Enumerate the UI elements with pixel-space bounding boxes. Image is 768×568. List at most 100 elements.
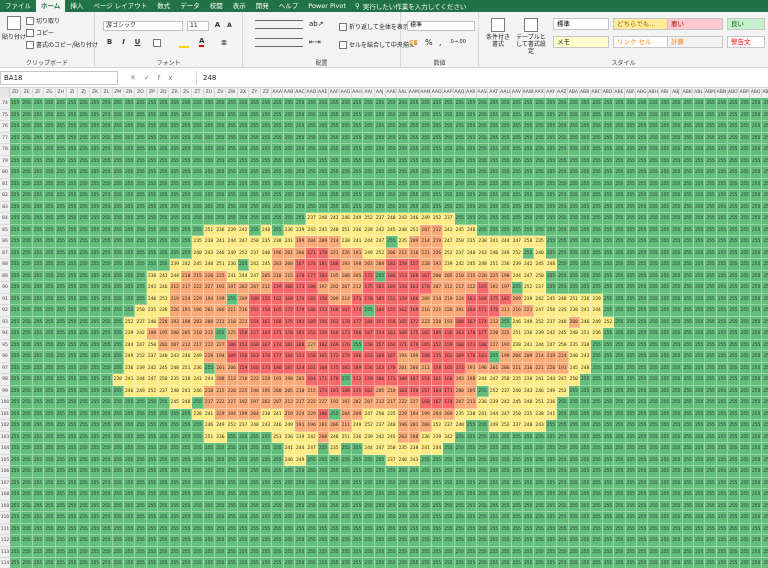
column-header[interactable]: ABJ	[670, 88, 683, 98]
cell[interactable]: 255	[215, 155, 227, 167]
cell[interactable]: 255	[374, 523, 387, 535]
cell[interactable]: 255	[169, 454, 181, 466]
cell[interactable]: 255	[352, 523, 364, 535]
cell[interactable]: 255	[203, 500, 216, 512]
cell[interactable]: 255	[523, 224, 535, 236]
cell[interactable]: 255	[557, 167, 569, 179]
cell[interactable]: 255	[762, 466, 768, 478]
cell[interactable]: 255	[78, 190, 90, 202]
cell[interactable]: 255	[454, 109, 466, 121]
cell[interactable]: 255	[101, 408, 113, 420]
cell[interactable]: 236	[124, 362, 136, 374]
cell[interactable]: 255	[215, 109, 227, 121]
cell[interactable]: 255	[659, 431, 672, 443]
cell[interactable]: 255	[295, 500, 307, 512]
cell[interactable]: 255	[32, 546, 45, 558]
cell[interactable]: 255	[637, 420, 649, 432]
cell[interactable]: 255	[203, 121, 216, 133]
column-header[interactable]: ABF	[625, 88, 637, 98]
cell[interactable]: 239	[295, 431, 307, 443]
cell[interactable]: 255	[580, 224, 592, 236]
cell[interactable]: 154	[374, 328, 387, 340]
cell[interactable]: 255	[602, 362, 615, 374]
cell[interactable]: 246	[488, 247, 501, 259]
cell[interactable]: 245	[169, 397, 181, 409]
cell[interactable]: 215	[283, 270, 295, 282]
cell[interactable]: 239	[169, 259, 181, 271]
cell[interactable]: 255	[466, 213, 478, 225]
cell[interactable]: 172	[283, 305, 295, 317]
cell[interactable]: 177	[352, 316, 364, 328]
cell[interactable]: 181	[329, 385, 341, 397]
cell[interactable]: 255	[580, 397, 592, 409]
cell[interactable]: 255	[659, 558, 672, 568]
cell[interactable]: 201	[409, 420, 421, 432]
cell[interactable]: 255	[659, 132, 672, 144]
cell[interactable]: 255	[477, 500, 489, 512]
cell[interactable]: 255	[466, 489, 478, 501]
cell[interactable]: 255	[728, 121, 740, 133]
cell[interactable]: 255	[112, 351, 124, 363]
cell[interactable]: 163	[454, 328, 466, 340]
cell[interactable]: 255	[158, 213, 170, 225]
cell[interactable]: 255	[659, 121, 672, 133]
cell[interactable]: 255	[716, 535, 729, 547]
cell[interactable]: 255	[534, 546, 546, 558]
cell[interactable]: 207	[249, 282, 261, 294]
cell[interactable]: 255	[523, 431, 535, 443]
cell[interactable]: 255	[682, 431, 694, 443]
cell[interactable]: 255	[249, 121, 261, 133]
cell[interactable]: 255	[716, 512, 729, 524]
row-header[interactable]: 88	[0, 259, 10, 271]
cell[interactable]: 255	[728, 500, 740, 512]
cell[interactable]: 255	[625, 477, 637, 489]
cell[interactable]: 255	[44, 546, 56, 558]
cell[interactable]: 255	[238, 477, 250, 489]
cell[interactable]: 255	[386, 558, 398, 568]
cell[interactable]: 241	[192, 374, 204, 386]
cell[interactable]: 237	[306, 213, 318, 225]
cell[interactable]: 255	[181, 489, 193, 501]
cell[interactable]: 255	[671, 546, 683, 558]
cell[interactable]: 164	[260, 328, 273, 340]
cell[interactable]: 227	[226, 397, 238, 409]
cell[interactable]: 255	[511, 167, 523, 179]
cell[interactable]: 237	[534, 282, 546, 294]
cell[interactable]: 255	[67, 420, 79, 432]
cell[interactable]: 255	[488, 132, 501, 144]
row-header[interactable]: 94	[0, 328, 10, 340]
cell[interactable]: 255	[352, 167, 364, 179]
cell[interactable]: 153	[238, 339, 250, 351]
cell[interactable]: 255	[739, 293, 751, 305]
cell[interactable]: 204	[249, 408, 261, 420]
cell[interactable]: 255	[158, 167, 170, 179]
cell[interactable]: 246	[272, 420, 284, 432]
cell[interactable]: 177	[272, 351, 284, 363]
cell[interactable]: 255	[317, 121, 330, 133]
cell[interactable]: 255	[614, 466, 626, 478]
cell[interactable]: 255	[135, 431, 147, 443]
cell[interactable]: 255	[363, 121, 375, 133]
cell[interactable]: 219	[545, 351, 558, 363]
cell[interactable]: 196	[306, 420, 318, 432]
cell[interactable]: 255	[374, 201, 387, 213]
cell[interactable]: 182	[500, 293, 512, 305]
cell[interactable]: 255	[203, 546, 216, 558]
cell[interactable]: 255	[181, 178, 193, 190]
cell[interactable]: 255	[705, 144, 717, 156]
cell[interactable]: 241	[534, 374, 546, 386]
cell[interactable]: 255	[568, 190, 580, 202]
cell[interactable]: 255	[694, 351, 706, 363]
cell[interactable]: 255	[317, 190, 330, 202]
cell[interactable]: 244	[169, 270, 181, 282]
cell[interactable]: 255	[568, 236, 580, 248]
cell[interactable]: 255	[739, 247, 751, 259]
cell[interactable]: 255	[146, 236, 159, 248]
column-header[interactable]: ZX	[237, 88, 250, 98]
cell[interactable]: 251	[272, 431, 284, 443]
cell[interactable]: 255	[545, 523, 558, 535]
cell[interactable]: 255	[317, 443, 330, 455]
cell[interactable]: 255	[67, 213, 79, 225]
cell[interactable]: 255	[762, 328, 768, 340]
cell[interactable]: 255	[762, 443, 768, 455]
